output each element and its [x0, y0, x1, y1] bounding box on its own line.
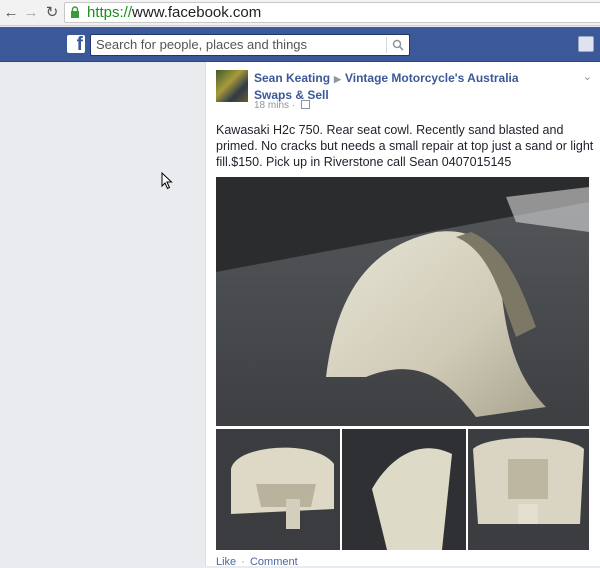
photo-4-image — [468, 429, 589, 550]
comment-link[interactable]: Comment — [250, 556, 298, 568]
privacy-icon — [300, 100, 310, 109]
search-placeholder: Search for people, places and things — [96, 37, 308, 52]
chevron-down-icon[interactable]: ⌄ — [583, 70, 592, 83]
post-actions: Like · Comment — [216, 556, 298, 568]
lock-icon — [71, 6, 79, 18]
mouse-cursor-icon — [161, 172, 173, 190]
actions-separator: · — [241, 556, 245, 568]
browser-toolbar: ← → ↻ https://www.facebook.com — [0, 0, 600, 26]
facebook-logo-letter: f — [76, 34, 83, 55]
forward-icon[interactable]: → — [22, 4, 40, 22]
photo-2-image — [216, 429, 340, 550]
post-header: Sean Keating ▶ Vintage Motorcycle's Austra… — [254, 70, 554, 103]
url-host: www.facebook.com — [132, 4, 262, 21]
post-photo-4[interactable] — [468, 429, 589, 550]
profile-icon[interactable] — [578, 36, 594, 52]
photo-3-image — [342, 429, 466, 550]
search-divider — [386, 37, 387, 53]
url-scheme: https:// — [87, 4, 133, 21]
like-link[interactable]: Like — [216, 556, 236, 568]
post-photo-3[interactable] — [342, 429, 466, 550]
post-photo-2[interactable] — [216, 429, 340, 550]
post-text: Kawasaki H2c 750. Rear seat cowl. Recent… — [216, 123, 594, 169]
avatar[interactable] — [216, 70, 248, 102]
address-bar[interactable]: https://www.facebook.com — [64, 2, 600, 23]
meta-separator: · — [291, 100, 296, 111]
facebook-header: f Search for people, places and things — [0, 27, 600, 62]
author-link[interactable]: Sean Keating — [254, 71, 330, 85]
reload-icon[interactable]: ↻ — [43, 4, 61, 22]
url-text: https://www.facebook.com — [87, 4, 261, 22]
post-time[interactable]: 18 mins — [254, 100, 289, 111]
post-meta: 18 mins · — [254, 100, 310, 111]
arrow-icon: ▶ — [334, 74, 341, 84]
photo-main-image — [216, 177, 589, 426]
back-icon[interactable]: ← — [2, 4, 20, 22]
search-icon[interactable] — [392, 39, 404, 51]
search-input[interactable]: Search for people, places and things — [90, 34, 410, 56]
post-photo-main[interactable] — [216, 177, 589, 426]
feed-post: Sean Keating ▶ Vintage Motorcycle's Austra… — [205, 62, 600, 568]
facebook-logo[interactable]: f — [67, 34, 85, 55]
